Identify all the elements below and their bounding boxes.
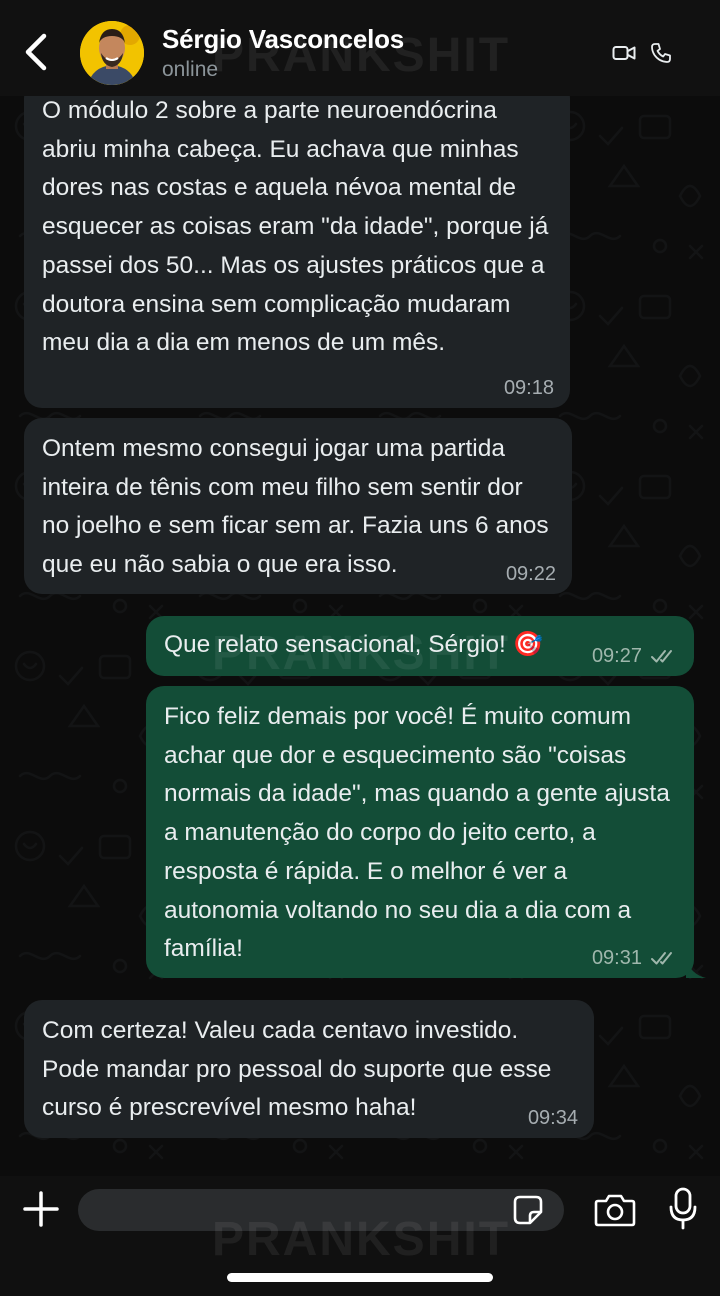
phone-icon[interactable] bbox=[650, 42, 672, 64]
message-text: Fico feliz demais por você! É muito comu… bbox=[164, 703, 670, 963]
message-meta: 09:22 bbox=[506, 562, 556, 586]
message-input[interactable] bbox=[78, 1189, 564, 1231]
message-time: 09:22 bbox=[505, 563, 556, 585]
message-meta: 09:31 bbox=[592, 946, 678, 970]
message-meta: 09:34 bbox=[528, 1106, 578, 1130]
video-camera-icon[interactable] bbox=[612, 43, 636, 63]
message-meta: 09:27 bbox=[592, 644, 678, 668]
contact-photo bbox=[80, 21, 144, 85]
message-time: 09:27 bbox=[591, 645, 642, 667]
message-text: Com certeza! Valeu cada centavo investid… bbox=[42, 1017, 552, 1122]
contact-status: online bbox=[162, 58, 219, 81]
microphone-icon[interactable] bbox=[668, 1187, 698, 1231]
message-text: O módulo 2 sobre a parte neuroendócrina … bbox=[42, 97, 549, 357]
chat-screen: Sérgio Vasconcelos online PRANKSHIT O mó… bbox=[0, 0, 720, 1296]
chat-header: Sérgio Vasconcelos online bbox=[0, 0, 720, 96]
message-meta: 09:18 bbox=[504, 376, 554, 400]
message-incoming[interactable]: Com certeza! Valeu cada centavo investid… bbox=[24, 1000, 594, 1138]
double-check-icon bbox=[651, 952, 672, 965]
message-text: Ontem mesmo consegui jogar uma partida i… bbox=[42, 435, 549, 579]
message-outgoing[interactable]: Fico feliz demais por você! É muito comu… bbox=[146, 686, 694, 978]
camera-icon[interactable] bbox=[594, 1192, 636, 1228]
composer-bar bbox=[0, 1176, 720, 1296]
chevron-left-icon[interactable] bbox=[20, 32, 52, 72]
avatar[interactable] bbox=[80, 21, 144, 85]
home-indicator[interactable] bbox=[227, 1273, 493, 1282]
message-time: 09:31 bbox=[591, 947, 642, 969]
message-incoming[interactable]: O módulo 2 sobre a parte neuroendócrina … bbox=[24, 80, 570, 408]
message-time: 09:18 bbox=[503, 377, 554, 399]
message-time: 09:34 bbox=[527, 1107, 578, 1129]
double-check-icon bbox=[651, 650, 672, 663]
plus-icon[interactable] bbox=[22, 1190, 60, 1228]
message-incoming[interactable]: Ontem mesmo consegui jogar uma partida i… bbox=[24, 418, 572, 594]
message-outgoing[interactable]: Que relato sensacional, Sérgio! 🎯 09:27 bbox=[146, 616, 694, 676]
contact-name[interactable]: Sérgio Vasconcelos bbox=[162, 24, 404, 55]
sticker-icon[interactable] bbox=[512, 1194, 544, 1226]
